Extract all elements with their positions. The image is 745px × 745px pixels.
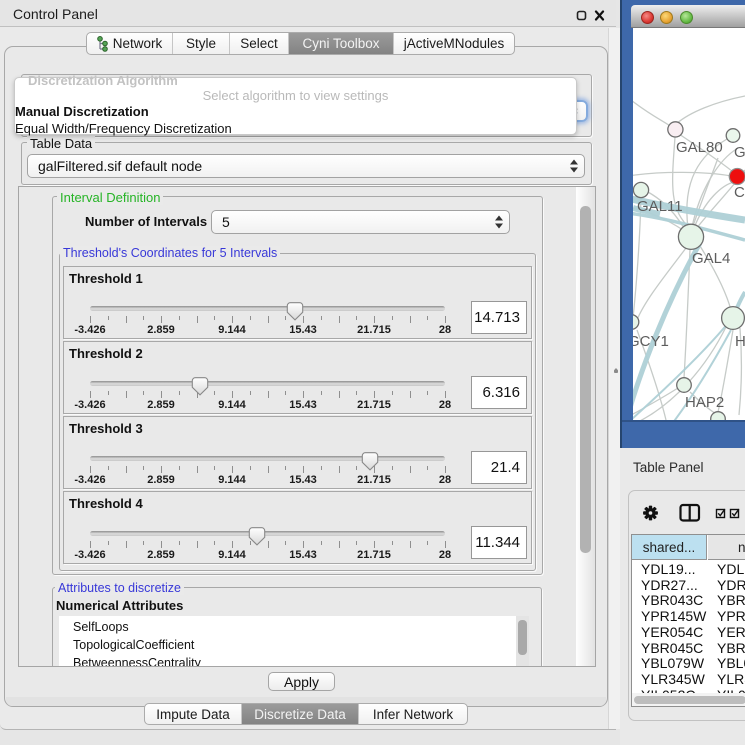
svg-text:C: C (734, 184, 745, 201)
svg-text:GAL80: GAL80 (676, 139, 723, 156)
svg-text:HA: HA (735, 333, 745, 350)
svg-text:GCY1: GCY1 (633, 333, 669, 350)
svg-text:HAP2: HAP2 (685, 394, 724, 411)
svg-text:GA: GA (734, 144, 745, 161)
svg-text:GAL11: GAL11 (637, 198, 683, 215)
svg-text:GAL4: GAL4 (692, 250, 730, 267)
